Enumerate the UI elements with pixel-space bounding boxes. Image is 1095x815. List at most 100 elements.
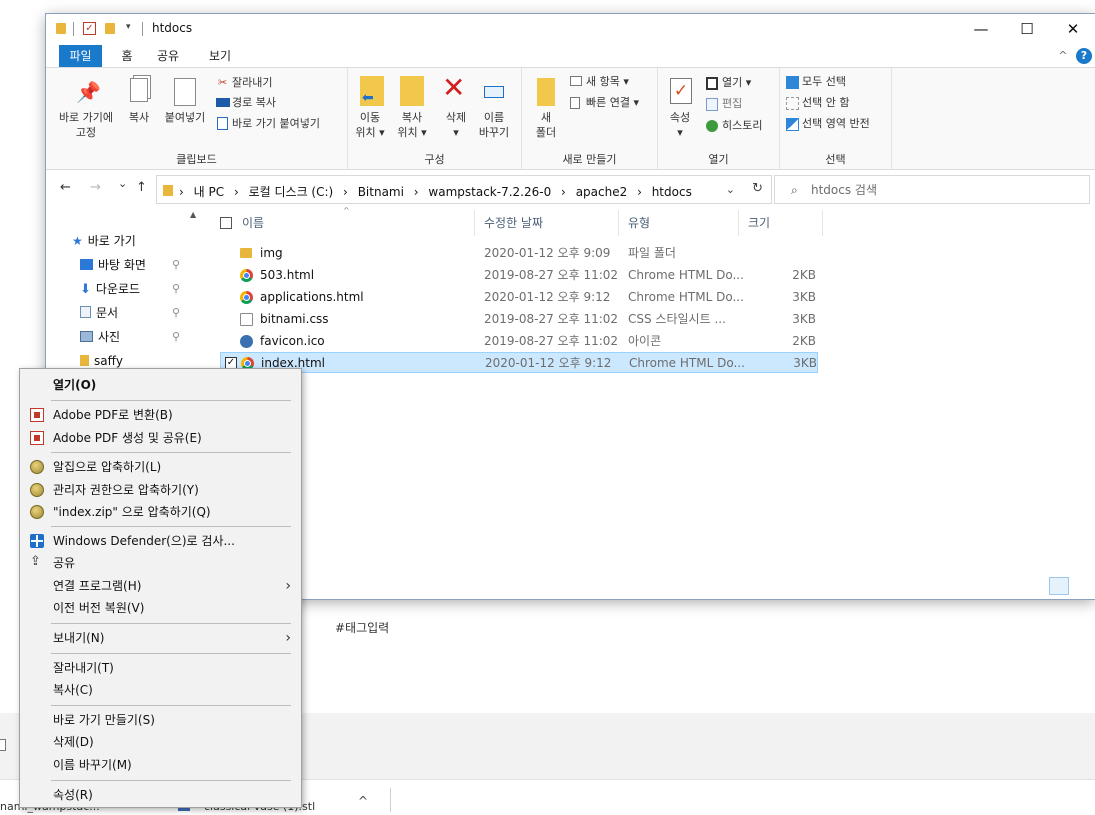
tab-home[interactable]: 홈 <box>112 45 142 67</box>
file-row-bitnami-css[interactable]: bitnami.css 2019-08-27 오후 11:02 CSS 스타일시… <box>220 309 818 330</box>
crumb-htdocs[interactable]: htdocs <box>652 185 692 199</box>
properties-button[interactable]: 속성 ▾ <box>660 110 700 140</box>
pinned-icon[interactable]: ⚲ <box>172 282 180 295</box>
file-row-applications[interactable]: applications.html 2020-01-12 오후 9:12 Chr… <box>220 287 818 308</box>
column-separator[interactable] <box>822 210 823 236</box>
nav-desktop[interactable]: 바탕 화면 <box>80 254 146 276</box>
nav-scroll-up-icon[interactable]: ▲ <box>190 210 196 219</box>
invert-selection-button[interactable]: 선택 영역 반전 <box>802 116 870 131</box>
menu-rename[interactable]: 이름 바꾸기(M) <box>22 754 299 776</box>
history-button[interactable]: 히스토리 <box>722 118 762 133</box>
back-button[interactable]: ← <box>60 180 71 195</box>
cut-button[interactable]: 잘라내기 <box>232 75 272 90</box>
search-input[interactable] <box>811 181 1071 199</box>
open-button[interactable]: 열기 ▾ <box>722 75 751 90</box>
menu-open[interactable]: 열기(O) <box>22 374 299 396</box>
address-bar[interactable]: › 내 PC › 로컬 디스크 (C:) › Bitnami › wampsta… <box>156 175 772 204</box>
details-view-icon[interactable] <box>1049 577 1069 595</box>
tab-view[interactable]: 보기 <box>202 45 238 67</box>
column-separator[interactable] <box>618 210 619 236</box>
invert-selection-icon <box>786 118 799 131</box>
file-modified: 2020-01-12 오후 9:12 <box>484 290 611 304</box>
file-row-503[interactable]: 503.html 2019-08-27 오후 11:02 Chrome HTML… <box>220 265 818 286</box>
quick-access-new-folder-icon[interactable] <box>105 23 115 34</box>
menu-create-shortcut[interactable]: 바로 가기 만들기(S) <box>22 709 299 731</box>
title-bar[interactable]: ✓ ▾ htdocs — ☐ ✕ <box>46 14 1095 45</box>
nav-downloads[interactable]: ⬇ 다운로드 <box>80 278 140 300</box>
forward-button[interactable]: → <box>90 180 101 195</box>
edit-button[interactable]: 편집 <box>722 96 742 111</box>
column-header-type[interactable]: 유형 <box>628 210 650 236</box>
pin-quick-access-button[interactable]: 바로 가기에 고정 <box>50 110 122 140</box>
select-all-checkbox[interactable] <box>220 217 232 229</box>
easy-access-button[interactable]: 빠른 연결 ▾ <box>586 95 639 110</box>
column-separator[interactable] <box>474 210 475 236</box>
menu-pdf-convert[interactable]: Adobe PDF로 변환(B) <box>22 404 299 426</box>
menu-share[interactable]: ⇪ 공유 <box>22 552 299 574</box>
menu-cut[interactable]: 잘라내기(T) <box>22 657 299 679</box>
menu-send-to[interactable]: 보내기(N) › <box>22 627 299 649</box>
move-to-button[interactable]: 이동 위치 ▾ <box>350 110 390 140</box>
ribbon-collapse-icon[interactable]: ^ <box>1056 45 1070 67</box>
select-all-button[interactable]: 모두 선택 <box>802 74 846 89</box>
rename-button[interactable]: 이름 바꾸기 <box>474 110 514 140</box>
pinned-icon[interactable]: ⚲ <box>172 306 180 319</box>
documents-icon <box>80 306 91 318</box>
file-row-favicon[interactable]: favicon.ico 2019-08-27 오후 11:02 아이콘 2KB <box>220 331 818 352</box>
quick-access-properties-icon[interactable]: ✓ <box>83 22 96 35</box>
file-row-img[interactable]: img 2020-01-12 오후 9:09 파일 폴더 <box>220 243 818 264</box>
search-box[interactable]: ⌕ <box>774 175 1090 204</box>
tag-input-text[interactable]: #태그입력 <box>335 619 389 636</box>
help-icon[interactable]: ? <box>1076 48 1092 64</box>
nav-pictures[interactable]: 사진 <box>80 326 120 348</box>
pinned-icon[interactable]: ⚲ <box>172 258 180 271</box>
new-folder-button[interactable]: 새 폴더 <box>526 110 566 140</box>
menu-open-with[interactable]: 연결 프로그램(H) › <box>22 575 299 597</box>
copy-button[interactable]: 복사 <box>124 110 154 125</box>
paste-button[interactable]: 붙여넣기 <box>160 110 210 125</box>
maximize-button[interactable]: ☐ <box>1004 14 1050 45</box>
menu-delete[interactable]: 삭제(D) <box>22 731 299 753</box>
move-arrow-icon: ⬅ <box>362 90 374 106</box>
column-header-name[interactable]: 이름 <box>242 210 264 236</box>
nav-documents[interactable]: 문서 <box>80 302 118 324</box>
select-none-button[interactable]: 선택 안 함 <box>802 95 849 110</box>
tab-file[interactable]: 파일 <box>59 45 102 67</box>
column-separator[interactable] <box>738 210 739 236</box>
copy-to-button[interactable]: 복사 위치 ▾ <box>392 110 432 140</box>
tab-share[interactable]: 공유 <box>150 45 186 67</box>
large-icons-view-icon[interactable] <box>1073 577 1093 595</box>
menu-alzip-compress[interactable]: 알집으로 압축하기(L) <box>22 456 299 478</box>
address-history-dropdown-icon[interactable]: ⌄ <box>726 183 735 196</box>
crumb-wampstack[interactable]: wampstack-7.2.26-0 <box>428 185 551 199</box>
menu-properties[interactable]: 속성(R) <box>22 784 299 806</box>
quick-access-customize-icon[interactable]: ▾ <box>126 22 131 32</box>
menu-alzip-admin[interactable]: 관리자 권한으로 압축하기(Y) <box>22 479 299 501</box>
close-button[interactable]: ✕ <box>1050 14 1095 45</box>
delete-button[interactable]: 삭제 ▾ <box>436 110 476 140</box>
menu-alzip-named[interactable]: "index.zip" 으로 압축하기(Q) <box>22 501 299 523</box>
recent-locations-icon[interactable]: ⌄ <box>118 177 127 190</box>
minimize-button[interactable]: — <box>958 14 1004 45</box>
download-options-chevron-icon[interactable]: ^ <box>358 794 368 808</box>
crumb-my-pc[interactable]: 내 PC <box>194 185 224 199</box>
crumb-apache2[interactable]: apache2 <box>576 185 628 199</box>
nav-quick-access[interactable]: ★ 바로 가기 <box>72 230 136 252</box>
menu-copy[interactable]: 복사(C) <box>22 679 299 701</box>
menu-restore-previous[interactable]: 이전 버전 복원(V) <box>22 597 299 619</box>
pinned-icon[interactable]: ⚲ <box>172 330 180 343</box>
up-button[interactable]: ↑ <box>136 180 147 195</box>
menu-defender-scan[interactable]: Windows Defender(으)로 검사... <box>22 530 299 552</box>
paste-shortcut-button[interactable]: 바로 가기 붙여넣기 <box>232 116 320 131</box>
column-header-size[interactable]: 크기 <box>748 210 770 236</box>
copy-path-button[interactable]: 경로 복사 <box>232 95 276 110</box>
page-checkbox[interactable] <box>0 739 6 751</box>
file-row-index[interactable]: ✓ index.html 2020-01-12 오후 9:12 Chrome H… <box>220 352 818 373</box>
address-folder-icon <box>163 185 173 196</box>
refresh-icon[interactable]: ↻ <box>752 181 763 196</box>
crumb-bitnami[interactable]: Bitnami <box>358 185 404 199</box>
crumb-local-disk[interactable]: 로컬 디스크 (C:) <box>249 185 334 199</box>
column-header-modified[interactable]: 수정한 날짜 <box>484 210 543 236</box>
new-item-button[interactable]: 새 항목 ▾ <box>586 74 629 89</box>
menu-pdf-share[interactable]: Adobe PDF 생성 및 공유(E) <box>22 427 299 449</box>
